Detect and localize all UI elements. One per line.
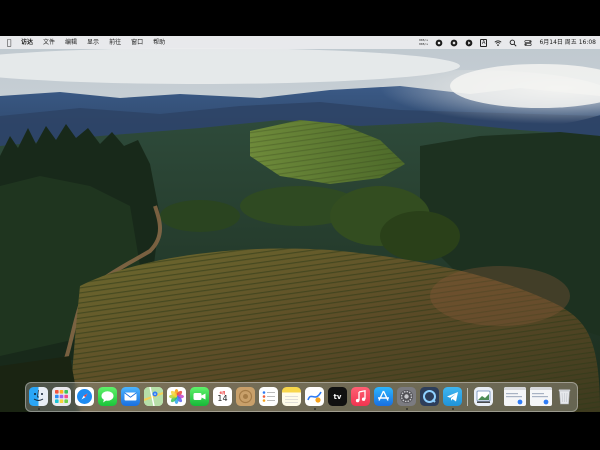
input-method-icon[interactable]: A <box>480 38 488 47</box>
quicktime-icon[interactable] <box>420 387 439 406</box>
menu-file[interactable]: 文件 <box>38 36 60 49</box>
running-indicator <box>451 408 454 410</box>
screen-share-icon[interactable] <box>450 39 458 47</box>
music-icon[interactable] <box>351 387 370 406</box>
preview-icon[interactable] <box>474 387 493 406</box>
running-indicator <box>37 408 40 410</box>
play-status-icon[interactable] <box>465 39 473 47</box>
network-speed-widget[interactable]: 0KB/s 0KB/s <box>418 38 429 46</box>
net-down-speed: 0KB/s <box>418 41 429 46</box>
control-center-icon[interactable] <box>524 39 532 47</box>
apple-menu-icon[interactable]:  <box>2 38 16 47</box>
facetime-icon[interactable] <box>190 387 209 406</box>
window-thumbnail-icon[interactable] <box>504 387 526 406</box>
menu-view[interactable]: 显示 <box>82 36 104 49</box>
dock-separator <box>467 388 468 406</box>
reminders-icon[interactable] <box>259 387 278 406</box>
freeform-icon[interactable] <box>305 387 324 406</box>
messages-icon[interactable] <box>98 387 117 406</box>
record-status-icon[interactable] <box>435 39 443 47</box>
wifi-icon[interactable] <box>494 39 502 47</box>
menu-go[interactable]: 前往 <box>104 36 126 49</box>
mail-icon[interactable] <box>121 387 140 406</box>
menu-app-name[interactable]: 访达 <box>16 36 38 49</box>
app-store-icon[interactable] <box>374 387 393 406</box>
dock: 6月 14 tv <box>25 382 578 412</box>
menu-bar:  访达 文件 编辑 显示 前往 窗口 帮助 0KB/s 0KB/s <box>0 36 600 49</box>
safari-icon[interactable] <box>75 387 94 406</box>
apple-tv-icon[interactable]: tv <box>328 387 347 406</box>
search-icon[interactable] <box>509 39 517 47</box>
photos-icon[interactable] <box>167 387 186 406</box>
menu-edit[interactable]: 编辑 <box>60 36 82 49</box>
menu-help[interactable]: 帮助 <box>148 36 170 49</box>
desktop-screen:  访达 文件 编辑 显示 前往 窗口 帮助 0KB/s 0KB/s <box>0 36 600 412</box>
telegram-icon[interactable] <box>443 387 462 406</box>
calendar-day: 14 <box>217 393 228 403</box>
running-indicator <box>405 408 408 410</box>
calendar-icon[interactable]: 6月 14 <box>213 387 232 406</box>
menubar-clock[interactable]: 6月14日 周五 16:08 <box>539 36 596 49</box>
notes-icon[interactable] <box>282 387 301 406</box>
launchpad-icon[interactable] <box>52 387 71 406</box>
trash-icon[interactable] <box>555 387 574 406</box>
desktop-wallpaper <box>0 36 600 412</box>
finder-icon[interactable] <box>29 387 48 406</box>
menu-window[interactable]: 窗口 <box>126 36 148 49</box>
system-app-icon[interactable] <box>236 387 255 406</box>
maps-icon[interactable] <box>144 387 163 406</box>
tv-label: tv <box>333 392 342 401</box>
system-settings-icon[interactable] <box>397 387 416 406</box>
window-thumbnail-icon[interactable] <box>530 387 552 406</box>
running-indicator <box>313 408 316 410</box>
